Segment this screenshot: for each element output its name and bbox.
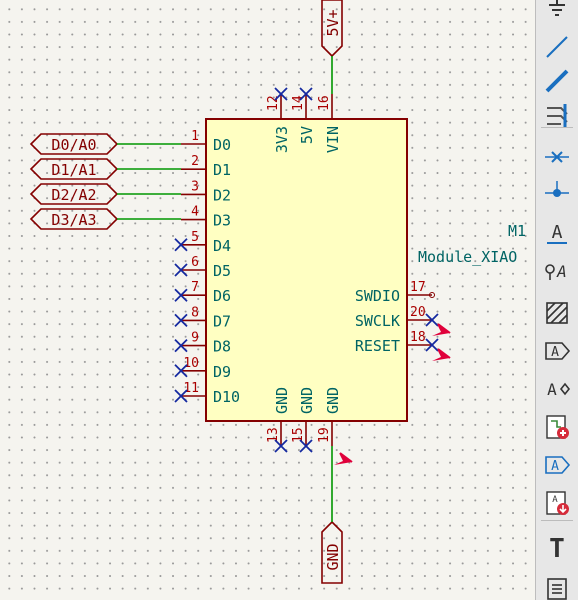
- right-toolbar: AAAAAAT: [535, 0, 578, 600]
- hierarchical-sheet-icon[interactable]: [540, 410, 574, 444]
- pin-number: 11: [183, 381, 199, 396]
- symbol-reference[interactable]: M1: [508, 222, 526, 240]
- pin-name: GND: [273, 387, 291, 414]
- svg-text:A: A: [551, 345, 559, 360]
- pin-name: D6: [213, 287, 231, 305]
- schematic-drawing[interactable]: M1 Module_XIAO 1 D0 2 D1 3 D2 4 D3 5 D4 6 D5 7 D6 8 D7 9…: [0, 0, 535, 600]
- global-label-icon[interactable]: A: [540, 334, 574, 368]
- global-label-d0-a0[interactable]: D0/A0: [29, 133, 119, 155]
- erc-marker-icon[interactable]: [334, 452, 353, 465]
- hierarchical-label-icon[interactable]: A: [540, 372, 574, 406]
- global-label-d3-a3[interactable]: D3/A3: [29, 208, 119, 230]
- svg-text:A: A: [552, 222, 563, 243]
- pin-name: D1: [213, 161, 231, 179]
- pin-name: GND: [324, 387, 342, 414]
- junction-icon[interactable]: [540, 176, 574, 210]
- power-label-gnd[interactable]: GND: [321, 520, 343, 584]
- symbol-value[interactable]: Module_XIAO: [418, 248, 517, 266]
- pin-name: D2: [213, 186, 231, 204]
- pin-number: 5: [191, 230, 199, 245]
- pin-number: 9: [191, 331, 199, 346]
- pin-name: D9: [213, 363, 231, 381]
- pin-number: 15: [291, 427, 306, 443]
- pin-name: D7: [213, 312, 231, 330]
- toolbar-separator: [541, 520, 573, 521]
- pin-name: GND: [298, 387, 316, 414]
- erc-marker-icon[interactable]: [432, 323, 451, 336]
- pin-number: 16: [317, 95, 332, 111]
- power-label-5v-text: 5V+: [324, 9, 342, 36]
- pin-name: D4: [213, 237, 231, 255]
- text-icon[interactable]: T: [540, 530, 574, 564]
- pin-name: D5: [213, 262, 231, 280]
- pin-name: RESET: [355, 337, 400, 355]
- pin-number: 13: [266, 427, 281, 443]
- power-label-gnd-text: GND: [324, 543, 342, 570]
- pin-name: SWCLK: [355, 312, 400, 330]
- global-label-text: D3/A3: [51, 211, 96, 229]
- symbol-body[interactable]: [205, 118, 408, 422]
- pin-number: 8: [191, 305, 199, 320]
- pin-number: 14: [291, 95, 306, 111]
- global-label-text: D0/A0: [51, 136, 96, 154]
- pin-number: 17: [410, 280, 426, 295]
- svg-text:A: A: [551, 459, 559, 474]
- pin-number: 20: [410, 305, 426, 320]
- svg-text:A: A: [552, 495, 558, 505]
- pin-name: D3: [213, 212, 231, 230]
- svg-text:A: A: [547, 380, 557, 399]
- pin-number: 2: [191, 154, 199, 169]
- pin-number: 19: [317, 427, 332, 443]
- sync-sheet-pins-icon[interactable]: A: [540, 486, 574, 520]
- global-label-d1-a1[interactable]: D1/A1: [29, 158, 119, 180]
- text-box-icon[interactable]: [540, 572, 574, 606]
- svg-text:T: T: [549, 534, 565, 561]
- global-label-d2-a2[interactable]: D2/A2: [29, 183, 119, 205]
- svg-text:A: A: [556, 262, 567, 281]
- pin-number: 12: [266, 95, 281, 111]
- pin-number: 4: [191, 205, 199, 220]
- ground-icon[interactable]: [540, 0, 574, 26]
- pin-name: D8: [213, 338, 231, 356]
- erc-marker-icon[interactable]: [432, 348, 451, 361]
- pin-name: D10: [213, 388, 240, 406]
- pin-name: SWDIO: [355, 287, 400, 305]
- power-label-5v[interactable]: 5V+: [321, 0, 343, 58]
- draw-bus-icon[interactable]: [540, 64, 574, 98]
- rule-area-icon[interactable]: [540, 296, 574, 330]
- global-label-text: D2/A2: [51, 186, 96, 204]
- net-class-directive-icon[interactable]: A: [540, 254, 574, 288]
- global-label-text: D1/A1: [51, 161, 96, 179]
- pin-name: 3V3: [273, 126, 291, 153]
- right-pin-group: 17 SWDIO 20 SWCLK 18 RESET: [355, 280, 439, 355]
- net-label-icon[interactable]: A: [540, 216, 574, 250]
- pin-number: 6: [191, 255, 199, 270]
- pin-name: 5V: [298, 126, 316, 144]
- pin-name: D0: [213, 136, 231, 154]
- no-connect-flag-icon[interactable]: [540, 140, 574, 174]
- import-sheet-pin-icon[interactable]: A: [540, 448, 574, 482]
- pin-number: 3: [191, 179, 199, 194]
- toolbar-separator: [541, 127, 573, 128]
- pin-name: VIN: [324, 126, 342, 153]
- schematic-canvas[interactable]: M1 Module_XIAO 1 D0 2 D1 3 D2 4 D3 5 D4 6 D5 7 D6 8 D7 9…: [0, 0, 535, 600]
- pin-number: 7: [191, 280, 199, 295]
- draw-wire-icon[interactable]: [540, 30, 574, 64]
- pin-number: 10: [183, 356, 199, 371]
- pin-number: 1: [191, 129, 199, 144]
- pin-number: 18: [410, 330, 426, 345]
